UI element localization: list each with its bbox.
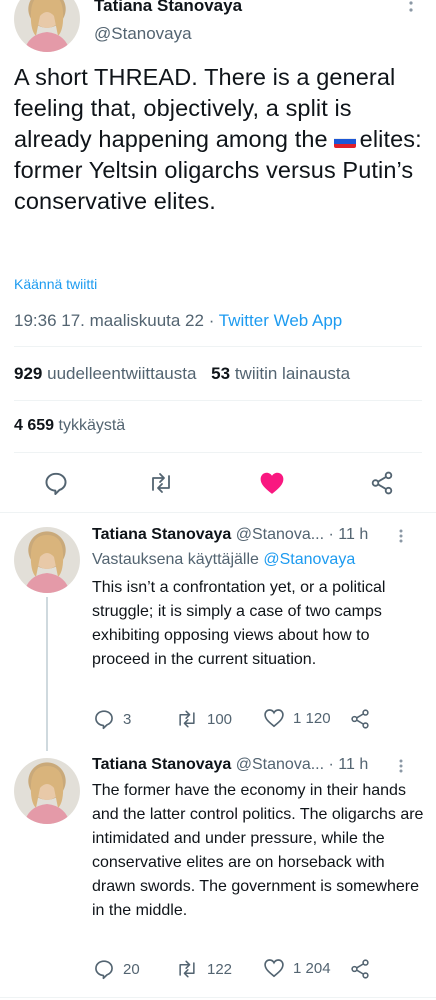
- reply-2-like-button[interactable]: 1 204: [263, 958, 331, 978]
- reply-2-like-count: 1 204: [293, 959, 331, 977]
- reply-1-reply-count: 3: [123, 710, 132, 728]
- author-handle[interactable]: @Stanovaya: [94, 24, 192, 44]
- reply-2-share-icon[interactable]: [349, 958, 371, 980]
- reply-1-replying-to: Vastauksena käyttäjälle @Stanovaya: [92, 551, 355, 569]
- metadata-separator: ·: [208, 311, 215, 330]
- reply-2-author-handle[interactable]: @Stanova...: [236, 756, 324, 773]
- reply-1-author-name[interactable]: Tatiana Stanovaya: [92, 526, 231, 543]
- tweet-metadata: 19:36 17. maaliskuuta 22 · Twitter Web A…: [14, 311, 342, 331]
- heart-icon: [264, 709, 284, 728]
- reply-1-like-button[interactable]: 1 120: [263, 708, 331, 728]
- more-options-icon[interactable]: [404, 0, 418, 16]
- divider: [0, 997, 436, 998]
- russia-flag-icon: [333, 133, 356, 148]
- tweet-source-link[interactable]: Twitter Web App: [219, 311, 342, 330]
- quotes-label: twiitin lainausta: [234, 364, 351, 383]
- divider: [14, 346, 422, 347]
- divider: [14, 400, 422, 401]
- share-icon[interactable]: [369, 470, 395, 496]
- reply-1-reply-button[interactable]: 3: [93, 708, 131, 730]
- retweet-icon[interactable]: [147, 470, 175, 496]
- reply-1-like-count: 1 120: [293, 709, 331, 727]
- likes-count: 4 659: [14, 417, 55, 434]
- quotes-count: 53: [211, 364, 231, 383]
- reply-2-reply-button[interactable]: 20: [93, 958, 140, 980]
- reply-1-text: This isn’t a confrontation yet, or a pol…: [92, 579, 386, 668]
- author-name[interactable]: Tatiana Stanovaya: [94, 0, 242, 16]
- reply-1-time[interactable]: · 11 h: [329, 526, 369, 543]
- reply-2-text: The former have the economy in their han…: [92, 782, 424, 919]
- reply-1-avatar[interactable]: [14, 527, 80, 593]
- reply-icon: [95, 710, 113, 730]
- reply-2-reply-count: 20: [123, 960, 140, 978]
- retweets-label: uudelleentwiittausta: [47, 364, 197, 383]
- heart-icon: [264, 959, 284, 978]
- reply-1-retweet-button[interactable]: 100: [175, 708, 232, 730]
- retweets-stat[interactable]: 929 uudelleentwiittausta: [14, 364, 196, 383]
- reply-2-author-name[interactable]: Tatiana Stanovaya: [92, 756, 231, 773]
- divider: [14, 452, 422, 453]
- reply-icon[interactable]: [43, 470, 69, 496]
- retweets-count: 929: [14, 364, 43, 383]
- reply-2-time[interactable]: · 11 h: [329, 756, 369, 773]
- reply-1-header: Tatiana Stanovaya @Stanova... · 11 h: [92, 526, 412, 544]
- quotes-stat[interactable]: 53 twiitin lainausta: [211, 364, 350, 383]
- replying-to-label: Vastauksena käyttäjälle: [92, 551, 259, 568]
- divider: [0, 512, 436, 513]
- reply-2-avatar[interactable]: [14, 758, 80, 824]
- tweet-text: A short THREAD. There is a general feeli…: [14, 62, 424, 217]
- tweet-timestamp[interactable]: 19:36 17. maaliskuuta 22: [14, 311, 204, 330]
- reply-2-retweet-button[interactable]: 122: [175, 958, 232, 980]
- reply-1-more-icon[interactable]: [396, 528, 406, 549]
- like-icon-active[interactable]: [259, 471, 285, 495]
- reply-icon: [95, 960, 113, 980]
- reply-1-retweet-count: 100: [207, 710, 233, 728]
- likes-stat[interactable]: 4 659 tykkäystä: [14, 417, 125, 435]
- likes-label: tykkäystä: [58, 417, 126, 434]
- reply-1-share-icon[interactable]: [349, 708, 371, 730]
- replying-to-handle[interactable]: @Stanovaya: [263, 551, 355, 568]
- retweet-icon: [179, 960, 195, 978]
- author-avatar[interactable]: [14, 0, 80, 52]
- thread-connector-line: [46, 597, 48, 751]
- reply-2-more-icon[interactable]: [396, 758, 406, 779]
- reply-2-header: Tatiana Stanovaya @Stanova... · 11 h: [92, 756, 412, 774]
- reply-2-retweet-count: 122: [207, 960, 233, 978]
- retweet-icon: [179, 710, 195, 728]
- reply-1-author-handle[interactable]: @Stanova...: [236, 526, 324, 543]
- tweet-stats-row: 929 uudelleentwiittausta 53 twiitin lain…: [14, 364, 350, 384]
- translate-tweet-link[interactable]: Käännä twiitti: [14, 276, 97, 292]
